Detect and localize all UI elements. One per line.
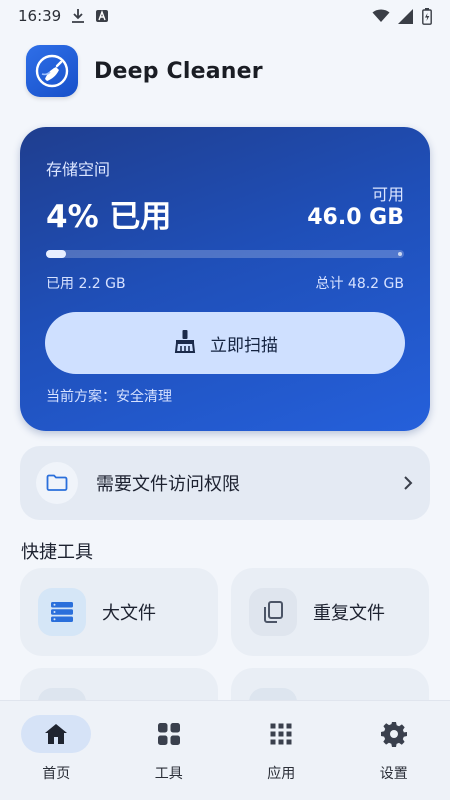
copy-icon bbox=[249, 588, 297, 636]
brush-icon bbox=[172, 328, 198, 359]
app-header: Deep Cleaner bbox=[26, 44, 263, 98]
cellular-icon bbox=[398, 8, 414, 24]
tool-duplicate-files[interactable]: 重复文件 bbox=[231, 568, 429, 656]
used-percent: 4% 已用 bbox=[46, 199, 172, 235]
chevron-right-icon bbox=[402, 475, 414, 491]
status-time: 16:39 bbox=[18, 7, 62, 25]
storage-card: 存储空间 4% 已用 可用 46.0 GB 已用 2.2 GB 总计 48.2 … bbox=[20, 127, 430, 431]
storage-label: 存储空间 bbox=[46, 160, 111, 179]
status-bar: 16:39 bbox=[0, 0, 450, 32]
grid-icon bbox=[134, 715, 204, 753]
storage-icon bbox=[38, 588, 86, 636]
used-amount: 已用 2.2 GB bbox=[46, 276, 126, 292]
nav-home[interactable]: 首页 bbox=[0, 701, 113, 800]
quick-tools-title: 快捷工具 bbox=[21, 542, 93, 563]
available-label: 可用 bbox=[371, 185, 404, 204]
bottom-navigation: 首页 工具 应用 设置 bbox=[0, 700, 450, 800]
broom-logo-icon bbox=[26, 45, 78, 97]
gear-icon bbox=[359, 715, 429, 753]
apps-icon bbox=[246, 715, 316, 753]
current-plan: 当前方案：安全清理 bbox=[46, 389, 172, 405]
download-icon bbox=[71, 8, 85, 24]
total-amount: 总计 48.2 GB bbox=[315, 276, 404, 292]
tool-label: 重复文件 bbox=[313, 603, 385, 624]
tool-large-files[interactable]: 大文件 bbox=[20, 568, 218, 656]
scan-button-label: 立即扫描 bbox=[210, 335, 278, 356]
available-value: 46.0 GB bbox=[307, 205, 404, 230]
nav-label: 设置 bbox=[379, 766, 408, 782]
nav-label: 应用 bbox=[267, 766, 296, 782]
nav-label: 工具 bbox=[154, 766, 183, 782]
progress-end-dot bbox=[398, 252, 402, 256]
app-title: Deep Cleaner bbox=[94, 58, 263, 84]
battery-icon bbox=[422, 7, 432, 25]
tool-label: 大文件 bbox=[102, 603, 156, 624]
storage-progress-bar bbox=[46, 250, 404, 258]
nav-settings[interactable]: 设置 bbox=[338, 701, 450, 800]
file-permission-row[interactable]: 需要文件访问权限 bbox=[20, 446, 430, 520]
nav-label: 首页 bbox=[42, 766, 71, 782]
nav-tools[interactable]: 工具 bbox=[113, 701, 226, 800]
a-badge-icon bbox=[95, 9, 109, 23]
wifi-icon bbox=[372, 9, 390, 23]
permission-text: 需要文件访问权限 bbox=[96, 474, 240, 495]
home-icon bbox=[21, 715, 92, 753]
storage-progress-fill bbox=[46, 250, 66, 258]
folder-icon bbox=[36, 462, 78, 504]
scan-now-button[interactable]: 立即扫描 bbox=[45, 312, 405, 374]
nav-apps[interactable]: 应用 bbox=[225, 701, 338, 800]
